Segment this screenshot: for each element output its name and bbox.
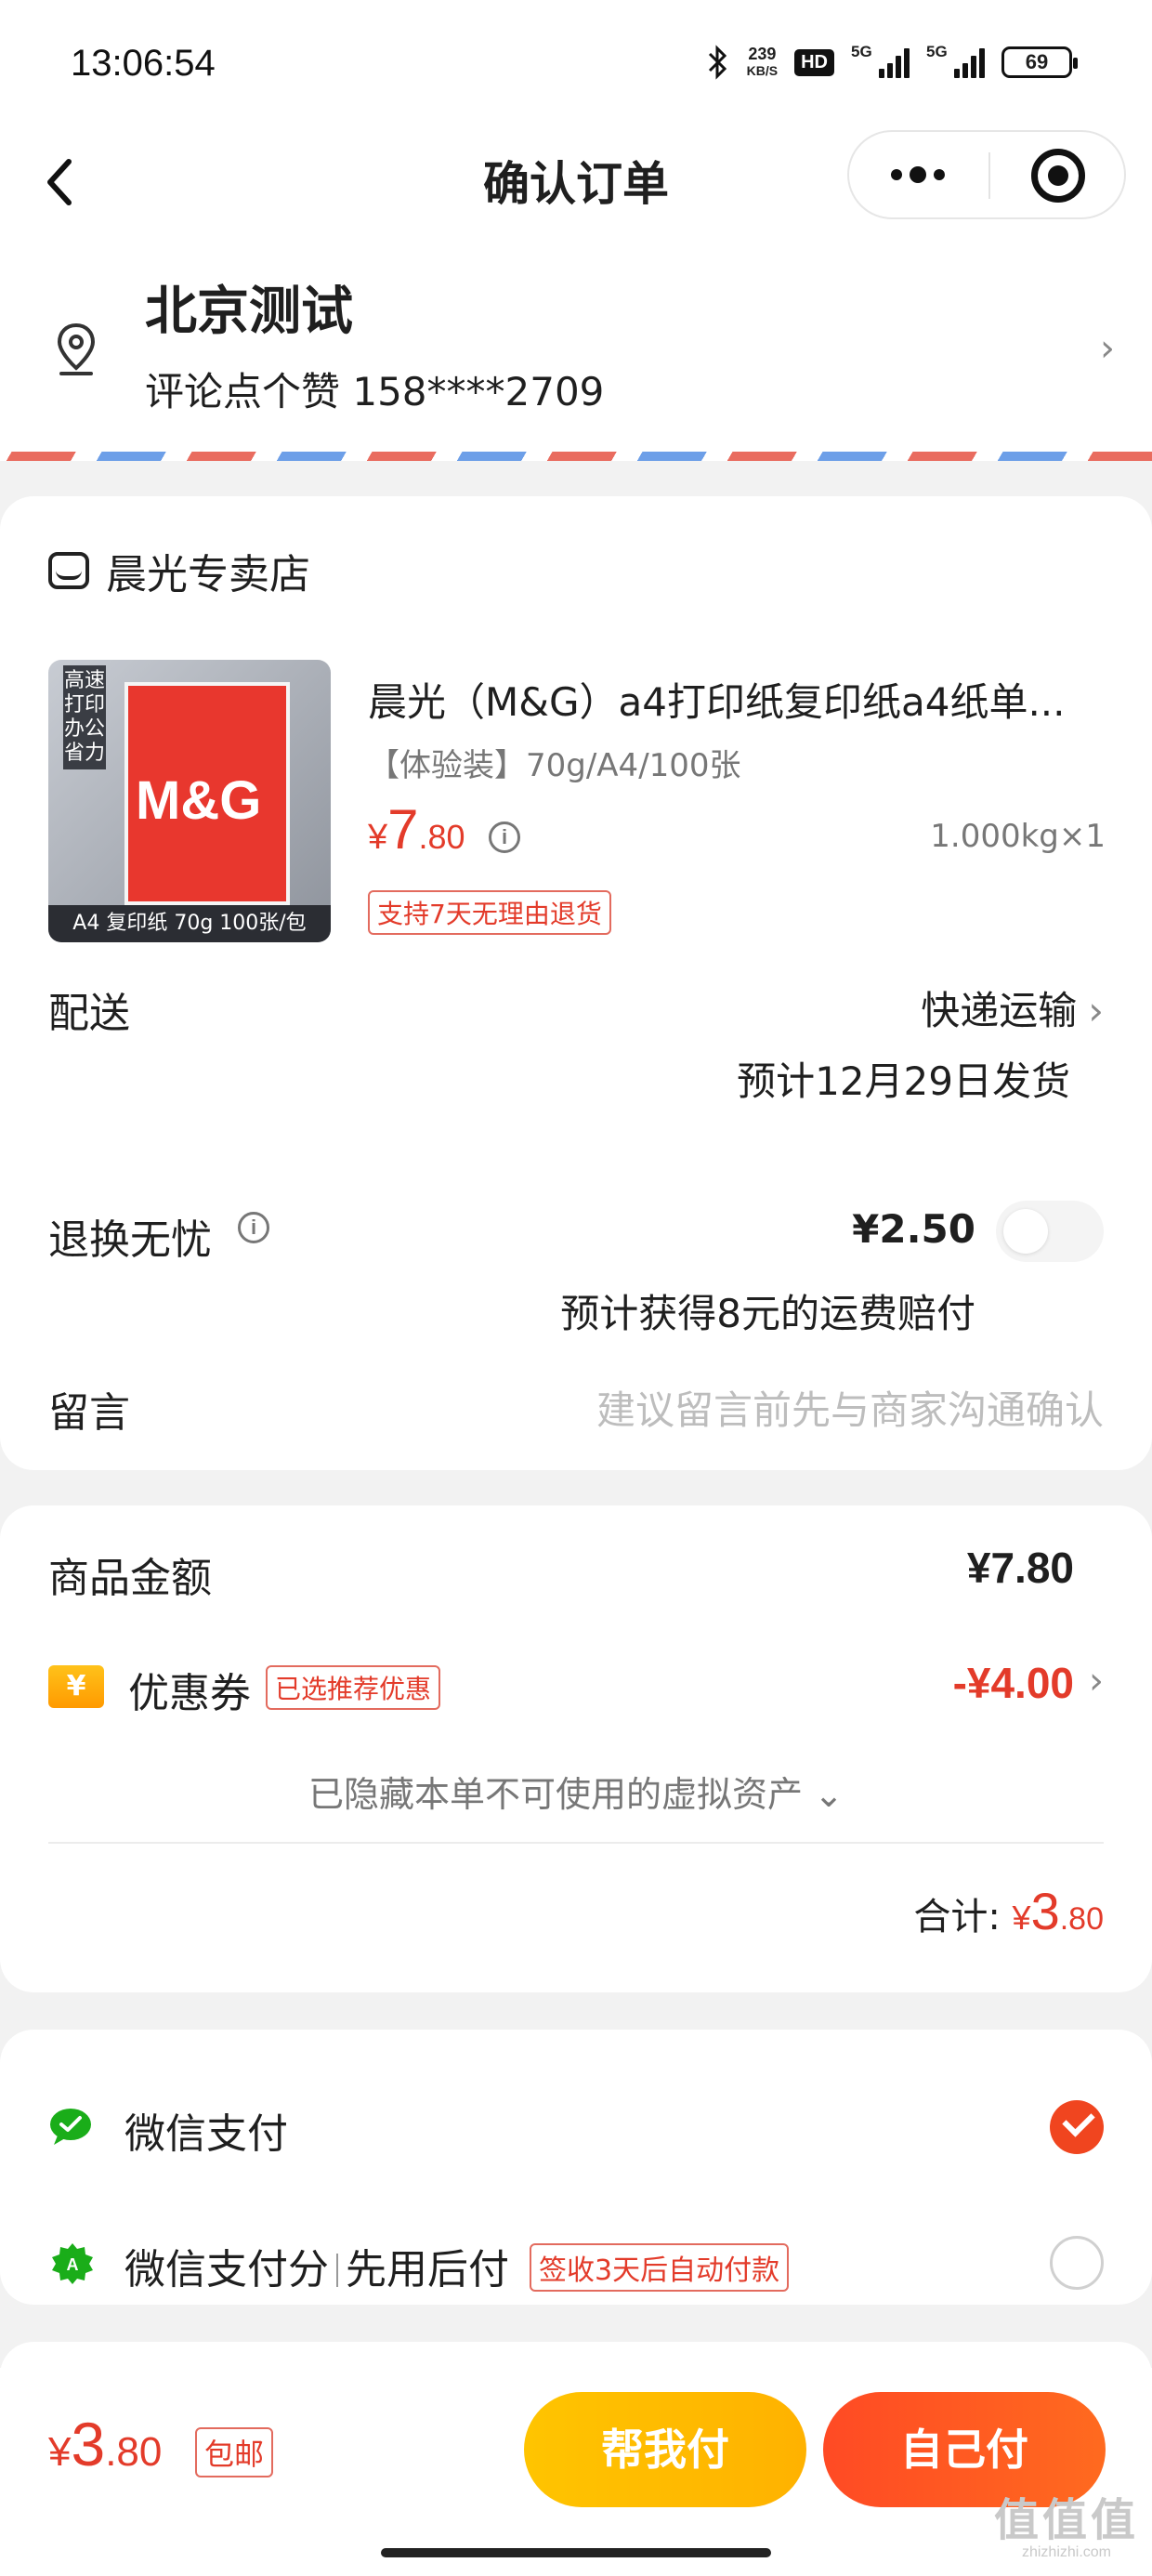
coupon-label: 优惠券 <box>128 1670 251 1717</box>
return-insurance-label: 退换无忧 <box>48 1216 212 1264</box>
address-section[interactable]: 北京测试 评论点个赞 158****2709 › <box>0 242 1152 461</box>
divider <box>48 1842 1104 1844</box>
order-total: 合计: ¥3.80 <box>913 1882 1104 1940</box>
airmail-border <box>0 452 1152 461</box>
product-side-text: 高速打印 办公省力 <box>63 665 106 769</box>
shop-icon <box>48 552 89 589</box>
self-pay-button[interactable]: 自己付 <box>823 2392 1106 2507</box>
delivery-label: 配送 <box>48 990 130 1037</box>
delivery-method[interactable]: 快递运输 › <box>921 979 1104 1036</box>
payment-label: 微信支付 <box>124 2110 288 2158</box>
hidden-assets-toggle[interactable]: 已隐藏本单不可使用的虚拟资产 ⌄ <box>0 1766 1152 1817</box>
svg-text:A: A <box>67 2255 79 2274</box>
status-icons: 239 KB/S HD 5G 5G 69 <box>706 43 1078 80</box>
goods-amount-label: 商品金额 <box>48 1555 212 1602</box>
coupon-discount[interactable]: -¥4.00 <box>953 1658 1074 1708</box>
goods-amount-value: ¥7.80 <box>966 1544 1074 1592</box>
payment-radio-unselected[interactable] <box>1050 2236 1104 2290</box>
signal-icon-1: 5G <box>851 43 910 78</box>
product-image[interactable]: M&G 高速打印 办公省力 A4 复印纸 70g 100张/包 <box>48 660 331 942</box>
message-input[interactable]: 建议留言前先与商家沟通确认 <box>596 1379 1104 1436</box>
home-indicator[interactable] <box>381 2548 771 2557</box>
auto-pay-badge: 签收3天后自动付款 <box>530 2243 790 2292</box>
return-policy-badge: 支持7天无理由退货 <box>368 890 611 935</box>
status-time: 13:06:54 <box>71 43 216 84</box>
location-pin-icon <box>57 322 96 375</box>
wechat-pay-icon <box>50 2109 91 2145</box>
label-separator <box>336 2254 338 2287</box>
payment-option-wechat[interactable]: 微信支付 <box>48 2087 1104 2171</box>
wechat-score-icon: A <box>52 2243 93 2284</box>
product-weight-qty: 1.000kg×1 <box>930 818 1106 855</box>
hd-icon: HD <box>794 48 834 76</box>
nav-bar: 确认订单 <box>0 130 1152 242</box>
signal-icon-2: 5G <box>926 43 985 78</box>
product-pack: M&G <box>124 682 290 905</box>
bluetooth-icon <box>708 45 727 80</box>
price-info-icon[interactable]: i <box>489 821 520 853</box>
amount-card: 商品金额 ¥7.80 ¥ 优惠券 已选推荐优惠 -¥4.00 › 已隐藏本单不可… <box>0 1505 1152 1992</box>
checkout-price: ¥3.80 <box>48 2410 163 2478</box>
close-target-icon[interactable] <box>1031 149 1085 203</box>
shop-name: 晨光专卖店 <box>106 551 310 598</box>
product-title[interactable]: 晨光（M&G）a4打印纸复印纸a4纸单... <box>368 671 1111 728</box>
more-icon[interactable] <box>849 132 987 217</box>
checkout-bar: ¥3.80 包邮 帮我付 自己付 值值值 zhizhizhi.com <box>0 2368 1152 2576</box>
product-image-caption: A4 复印纸 70g 100张/包 <box>48 905 331 942</box>
shop-header[interactable]: 晨光专卖店 <box>48 541 310 600</box>
product-price: ¥7.80 <box>368 798 465 861</box>
product-spec: 【体验装】70g/A4/100张 <box>368 747 741 784</box>
chevron-right-icon: › <box>1088 988 1104 1033</box>
payment-card: 微信支付 A 微信支付分 先用后付 签收3天后自动付款 <box>0 2030 1152 2305</box>
free-shipping-badge: 包邮 <box>195 2427 274 2477</box>
watermark: 值值值 zhizhizhi.com <box>993 2496 1139 2561</box>
recipient-contact: 评论点个赞 158****2709 <box>145 369 605 414</box>
recipient-name: 北京测试 <box>145 282 353 342</box>
battery-icon: 69 <box>1001 46 1078 78</box>
help-pay-button[interactable]: 帮我付 <box>524 2392 806 2507</box>
chevron-right-icon: › <box>1100 327 1115 370</box>
miniapp-capsule <box>847 130 1126 219</box>
product-brand-logo: M&G <box>136 770 262 831</box>
net-speed: 239 KB/S <box>746 45 779 78</box>
return-insurance-note: 预计获得8元的运费赔付 <box>560 1291 975 1336</box>
order-item-card: 晨光专卖店 M&G 高速打印 办公省力 A4 复印纸 70g 100张/包 晨光… <box>0 496 1152 1470</box>
return-insurance-price: ¥2.50 <box>852 1206 975 1252</box>
delivery-estimate: 预计12月29日发货 <box>737 1058 1070 1104</box>
chevron-right-icon[interactable]: › <box>1089 1660 1104 1702</box>
message-label: 留言 <box>48 1389 130 1437</box>
payment-label: 微信支付分 先用后付 签收3天后自动付款 <box>124 2236 790 2295</box>
status-bar: 13:06:54 239 KB/S HD 5G 5G 69 <box>0 0 1152 130</box>
payment-option-wechat-score[interactable]: A 微信支付分 先用后付 签收3天后自动付款 <box>48 2223 1104 2307</box>
coupon-recommend-badge: 已选推荐优惠 <box>266 1665 441 1710</box>
capsule-divider <box>988 152 990 199</box>
chevron-down-icon: ⌄ <box>803 1774 844 1815</box>
return-info-icon[interactable]: i <box>238 1212 269 1243</box>
coupon-icon: ¥ <box>48 1665 104 1708</box>
return-insurance-toggle[interactable] <box>996 1201 1104 1262</box>
payment-radio-selected[interactable] <box>1050 2100 1104 2154</box>
